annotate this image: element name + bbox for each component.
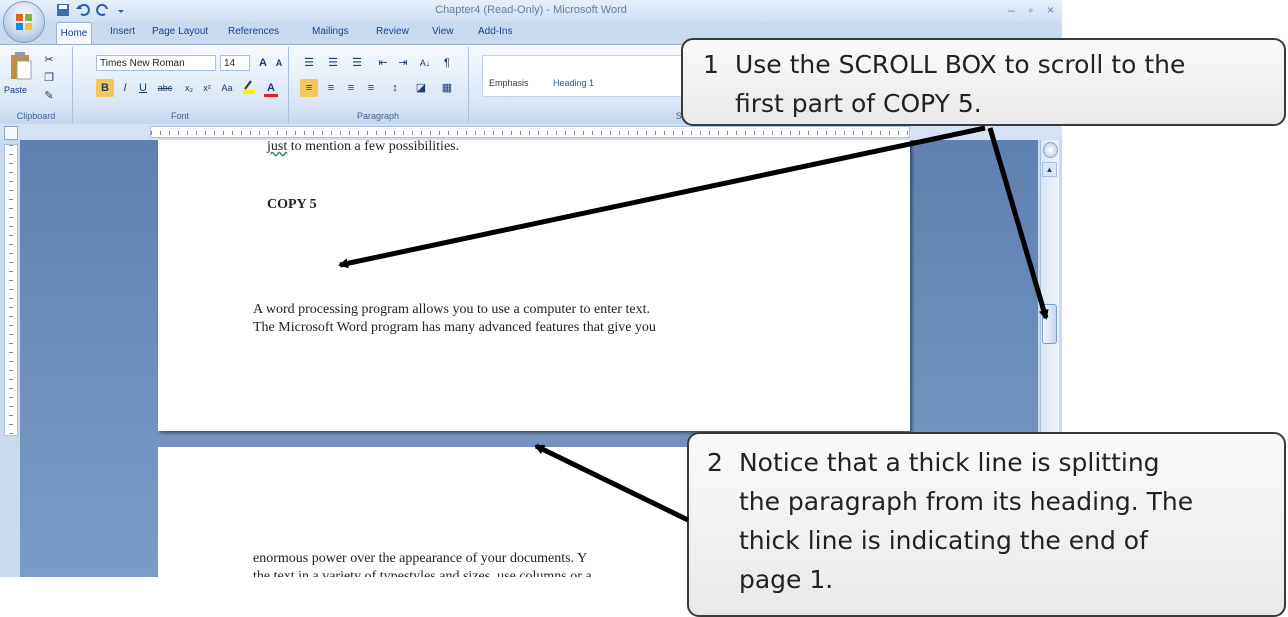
annotation-arrows [338, 125, 1049, 523]
arrow-to-page-break [534, 443, 690, 523]
arrow-to-scroll-box [987, 127, 1049, 320]
arrow-to-copy5-heading [338, 125, 986, 269]
